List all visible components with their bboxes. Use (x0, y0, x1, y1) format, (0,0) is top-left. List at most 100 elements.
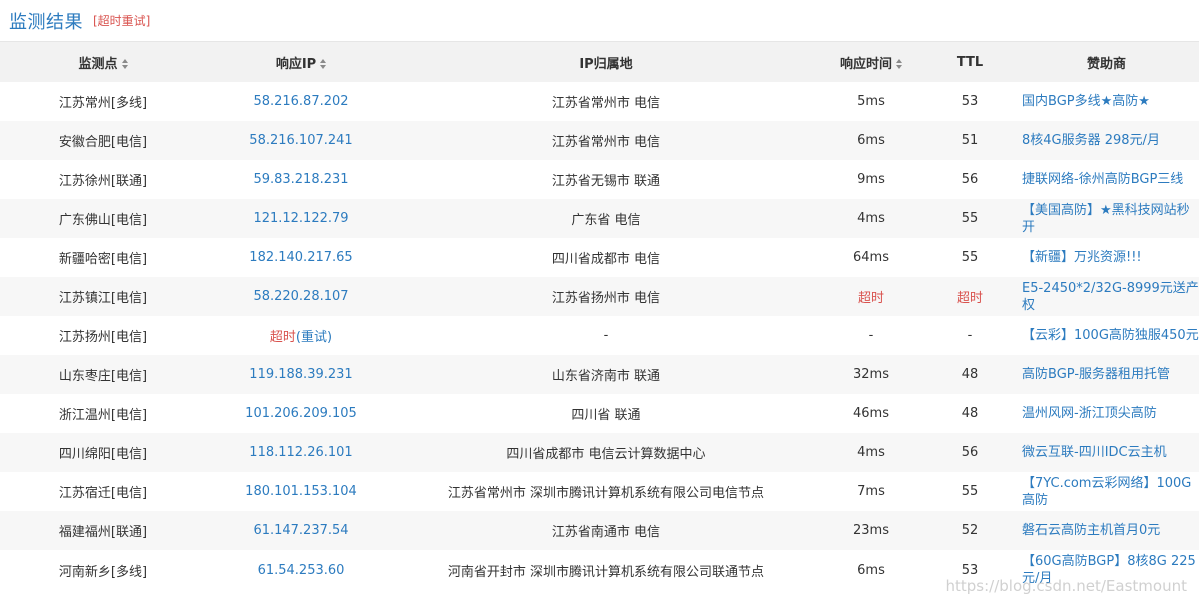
cell-location: 新疆哈密[电信] (58, 252, 148, 267)
cell-location: 江苏宿迁[电信] (58, 486, 148, 501)
table-header: 监测点 响应IP IP归属地 响应时间 TTL 赞助商 (0, 42, 1199, 82)
cell-response-time: 4ms (857, 445, 885, 460)
col-ip[interactable]: 响应IP (206, 42, 396, 82)
cell-ttl: 48 (961, 406, 979, 421)
cell-ip[interactable]: 58.216.87.202 (206, 82, 396, 121)
sponsor-link[interactable]: 【新疆】万兆资源!!! (1022, 250, 1142, 265)
cell-sponsor: 温州风网-浙江顶尖高防 (1014, 394, 1199, 433)
sponsor-link[interactable]: 磐石云高防主机首月0元 (1022, 523, 1160, 538)
ip-link[interactable]: 121.12.122.79 (253, 211, 348, 226)
col-ttl: TTL (956, 54, 984, 70)
table-row: 江苏宿迁[电信] 180.101.153.104 江苏省常州市 深圳市腾讯计算机系统… (0, 472, 1199, 511)
table-row: 江苏常州[多线] 58.216.87.202 江苏省常州市 电信 5ms 53 国内BGP… (0, 82, 1199, 121)
cell-ip[interactable]: 59.83.218.231 (206, 160, 396, 199)
table-row: 浙江温州[电信] 101.206.209.105 四川省 联通 46ms 48 温州风网-… (0, 394, 1199, 433)
cell-sponsor: 【美国高防】★黑科技网站秒开 (1014, 199, 1199, 238)
cell-ip[interactable]: 61.54.253.60 (206, 550, 396, 590)
ip-link[interactable]: 61.147.237.54 (253, 523, 348, 538)
sponsor-link[interactable]: 高防BGP-服务器租用托管 (1022, 367, 1170, 382)
cell-ip-location: 四川省成都市 电信云计算数据中心 (506, 447, 706, 462)
table-row: 江苏镇江[电信] 58.220.28.107 江苏省扬州市 电信 超时 超时 E5-245… (0, 277, 1199, 316)
cell-response-time: 4ms (857, 211, 885, 226)
cell-ip[interactable]: 180.101.153.104 (206, 472, 396, 511)
sort-icon[interactable] (896, 59, 902, 69)
col-location[interactable]: 监测点 (0, 42, 206, 82)
cell-ip[interactable]: 118.112.26.101 (206, 433, 396, 472)
cell-sponsor: 8核4G服务器 298元/月 (1014, 121, 1199, 160)
table-row: 河南新乡[多线] 61.54.253.60 河南省开封市 深圳市腾讯计算机系统有限公… (0, 550, 1199, 590)
retry-link[interactable]: (重试) (296, 330, 332, 345)
ip-link[interactable]: 182.140.217.65 (249, 250, 352, 265)
sponsor-link[interactable]: 8核4G服务器 298元/月 (1022, 133, 1160, 148)
cell-location: 广东佛山[电信] (58, 213, 148, 228)
cell-location: 四川绵阳[电信] (58, 447, 148, 462)
cell-location: 江苏镇江[电信] (58, 291, 148, 306)
cell-ip[interactable]: 58.216.107.241 (206, 121, 396, 160)
cell-location: 河南新乡[多线] (58, 564, 148, 580)
cell-response-time: 32ms (853, 367, 889, 382)
sponsor-link[interactable]: 【60G高防BGP】8核8G 225元/月 (1022, 554, 1196, 586)
cell-ip-location: 江苏省无锡市 联通 (551, 174, 661, 189)
ip-link[interactable]: 180.101.153.104 (245, 484, 357, 499)
cell-ip-location: 四川省成都市 电信 (551, 252, 661, 267)
ip-link[interactable]: 118.112.26.101 (249, 445, 352, 460)
col-response-time[interactable]: 响应时间 (816, 42, 926, 82)
cell-ip-location: 江苏省常州市 电信 (551, 96, 661, 111)
results-table: 监测点 响应IP IP归属地 响应时间 TTL 赞助商 江苏常州[多线] 58.2… (0, 42, 1199, 590)
ip-link[interactable]: 58.216.107.241 (249, 133, 352, 148)
sponsor-link[interactable]: 捷联网络-徐州高防BGP三线 (1022, 172, 1183, 187)
cell-sponsor: E5-2450*2/32G-8999元送产权 (1014, 277, 1199, 316)
cell-ip-location: 四川省 联通 (571, 408, 641, 423)
cell-response-time: 46ms (853, 406, 889, 421)
sponsor-link[interactable]: 【7YC.com云彩网络】100G高防 (1022, 476, 1191, 508)
cell-response-time: - (868, 328, 874, 343)
ip-link[interactable]: 101.206.209.105 (245, 406, 357, 421)
sponsor-link[interactable]: 国内BGP多线★高防★ (1022, 94, 1150, 109)
cell-ip[interactable]: 超时(重试) (206, 316, 396, 355)
page-title: 监测结果 (9, 11, 83, 33)
cell-location: 福建福州[联通] (58, 525, 148, 540)
cell-ttl: 56 (961, 172, 979, 187)
cell-ip[interactable]: 119.188.39.231 (206, 355, 396, 394)
ip-link[interactable]: 59.83.218.231 (253, 172, 348, 187)
ip-link[interactable]: 61.54.253.60 (258, 563, 345, 578)
cell-ttl: 超时 (956, 291, 983, 306)
ip-link[interactable]: 58.220.28.107 (253, 289, 348, 304)
cell-sponsor: 微云互联-四川IDC云主机 (1014, 433, 1199, 472)
cell-ttl: 53 (961, 94, 979, 109)
sponsor-link[interactable]: 【云彩】100G高防独服450元 (1022, 328, 1199, 343)
cell-ip[interactable]: 101.206.209.105 (206, 394, 396, 433)
sponsor-link[interactable]: 温州风网-浙江顶尖高防 (1022, 406, 1157, 421)
table-body: 江苏常州[多线] 58.216.87.202 江苏省常州市 电信 5ms 53 国内BGP… (0, 82, 1199, 590)
sponsor-link[interactable]: 【美国高防】★黑科技网站秒开 (1022, 203, 1190, 235)
cell-ttl: 53 (961, 562, 979, 578)
ip-link[interactable]: 58.216.87.202 (253, 94, 348, 109)
cell-ip[interactable]: 58.220.28.107 (206, 277, 396, 316)
sponsor-link[interactable]: 微云互联-四川IDC云主机 (1022, 445, 1167, 460)
cell-ip[interactable]: 121.12.122.79 (206, 199, 396, 238)
sort-icon[interactable] (121, 59, 128, 69)
table-row: 福建福州[联通] 61.147.237.54 江苏省南通市 电信 23ms 52 磐石云高… (0, 511, 1199, 550)
timeout-retry-link[interactable]: [超时重试] (93, 12, 150, 29)
sponsor-link[interactable]: E5-2450*2/32G-8999元送产权 (1022, 281, 1199, 313)
cell-ttl: 55 (961, 484, 979, 499)
table-row: 安徽合肥[电信] 58.216.107.241 江苏省常州市 电信 6ms 51 8核4G… (0, 121, 1199, 160)
cell-ip-location: 江苏省扬州市 电信 (551, 291, 661, 306)
cell-sponsor: 国内BGP多线★高防★ (1014, 82, 1199, 121)
cell-ip[interactable]: 182.140.217.65 (206, 238, 396, 277)
col-ip-location: IP归属地 (579, 56, 633, 72)
cell-response-time: 23ms (853, 523, 889, 538)
cell-location: 江苏常州[多线] (58, 96, 148, 111)
table-row: 新疆哈密[电信] 182.140.217.65 四川省成都市 电信 64ms 55 【新疆… (0, 238, 1199, 277)
cell-sponsor: 【60G高防BGP】8核8G 225元/月 (1014, 550, 1199, 590)
sort-icon[interactable] (320, 59, 327, 69)
cell-location: 江苏徐州[联通] (58, 174, 148, 189)
cell-ttl: 52 (961, 523, 979, 538)
cell-ip[interactable]: 61.147.237.54 (206, 511, 396, 550)
table-row: 江苏徐州[联通] 59.83.218.231 江苏省无锡市 联通 9ms 56 捷联网络-… (0, 160, 1199, 199)
ip-link[interactable]: 119.188.39.231 (249, 367, 352, 382)
cell-location: 浙江温州[电信] (58, 408, 148, 423)
cell-ip-location: 广东省 电信 (571, 213, 641, 228)
cell-response-time: 6ms (857, 133, 885, 148)
cell-ip-location: 山东省济南市 联通 (551, 369, 661, 384)
